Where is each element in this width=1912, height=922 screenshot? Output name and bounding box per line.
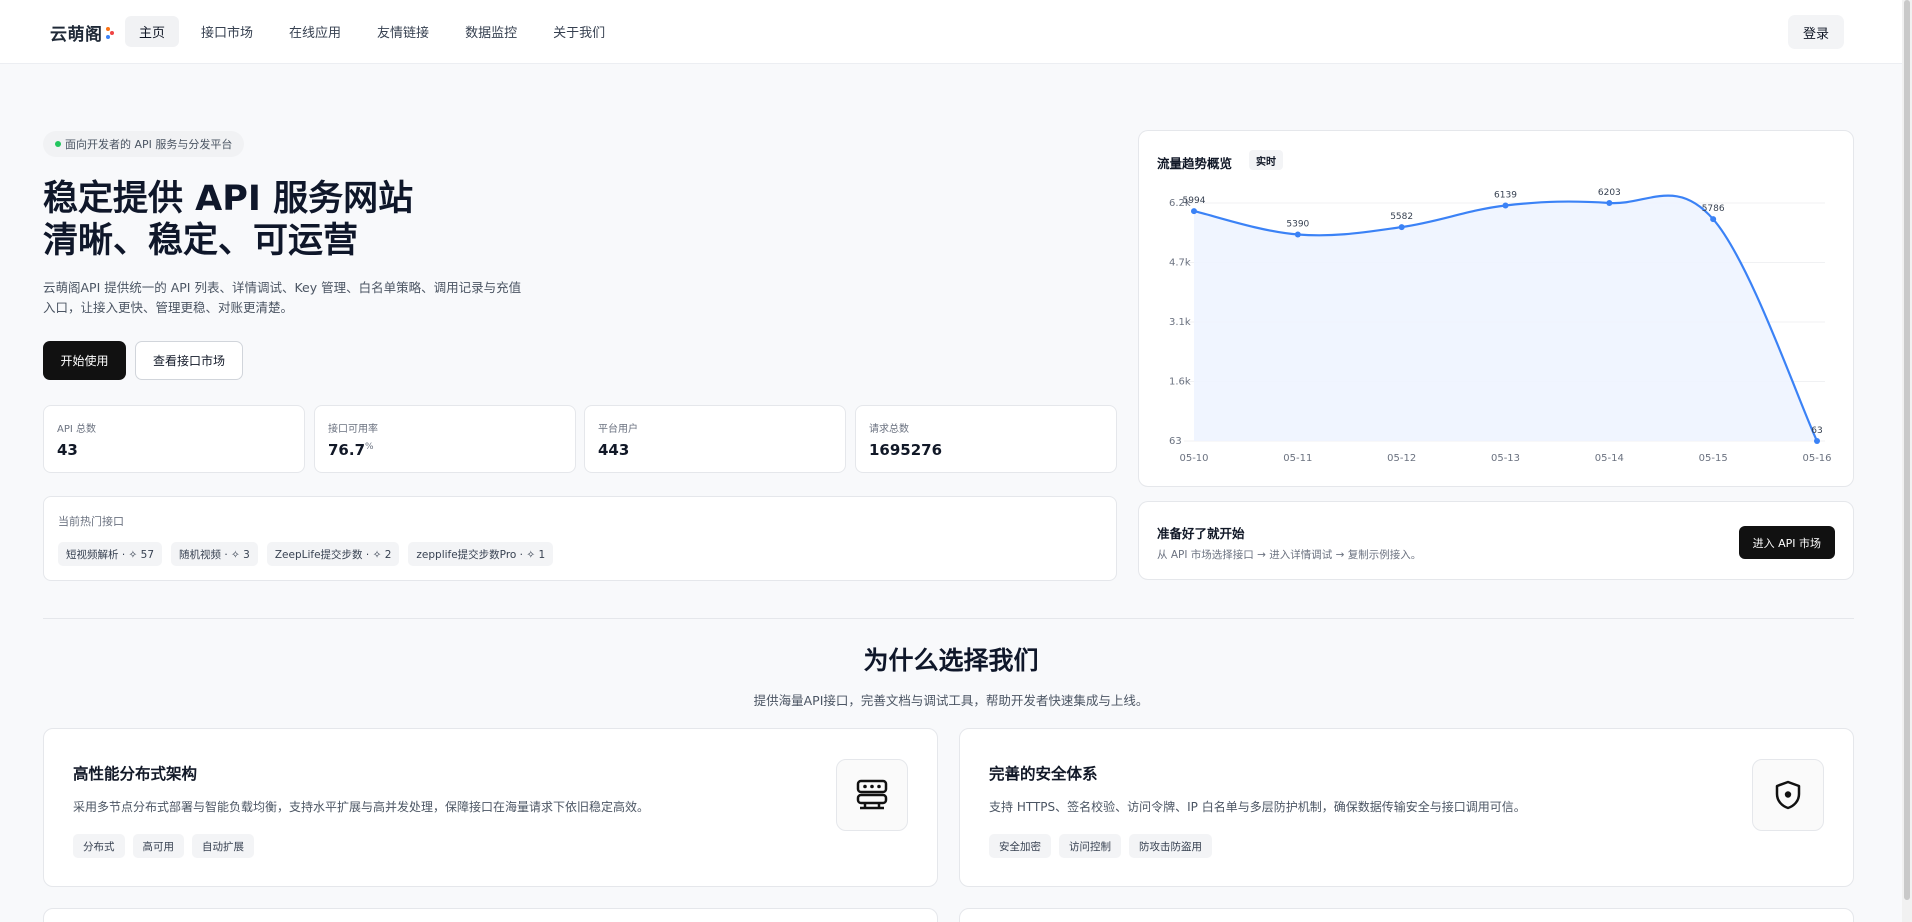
- chart-data-point: [1191, 208, 1197, 215]
- x-tick-label: 05-13: [1491, 453, 1520, 464]
- stat-users: 平台用户 443: [584, 405, 846, 473]
- chart-data-point: [1710, 216, 1717, 223]
- platform-badge: 面向开发者的 API 服务与分发平台: [43, 131, 245, 157]
- feature-title: 高性能分布式架构: [73, 765, 198, 783]
- realtime-badge: 实时: [1249, 150, 1283, 170]
- chart-data-label: 5390: [1286, 220, 1309, 230]
- stat-value: 443: [598, 441, 630, 459]
- x-tick-label: 05-14: [1595, 453, 1624, 464]
- feature-tag: 防攻击防盗用: [1129, 834, 1212, 858]
- chart-data-point: [1502, 202, 1509, 209]
- chart-data-label: 63: [1811, 426, 1822, 436]
- feature-tag: 高可用: [132, 834, 184, 858]
- stat-label: API 总数: [57, 424, 96, 435]
- top-navigation-bar: 云萌阁 主页 接口市场 在线应用 友情链接 数据监控 关于我们 登录: [0, 0, 1902, 64]
- x-tick-label: 05-16: [1802, 453, 1831, 464]
- y-tick-label: 63: [1169, 436, 1182, 447]
- feature-card-architecture: 高性能分布式架构 采用多节点分布式部署与智能负载均衡，支持水平扩展与高并发处理，…: [43, 728, 938, 887]
- stat-value: 1695276: [869, 441, 943, 459]
- feature-title: 完善的安全体系: [989, 765, 1098, 783]
- why-us-subtitle: 提供海量API接口，完善文档与调试工具，帮助开发者快速集成与上线。: [753, 693, 1149, 708]
- x-tick-label: 05-11: [1283, 453, 1312, 464]
- chart-title: 流量趋势概览: [1157, 156, 1233, 171]
- login-button[interactable]: 登录: [1787, 15, 1844, 49]
- hot-api-tag[interactable]: ZeepLife提交步数 · ✧ 2: [266, 542, 400, 566]
- hero-title-line1: 稳定提供 API 服务网站: [43, 179, 414, 219]
- feature-tag: 分布式: [73, 834, 125, 858]
- hot-api-tag[interactable]: zepplife提交步数Pro · ✧ 1: [408, 542, 554, 566]
- logo-mark-icon: [105, 21, 115, 43]
- feature-tag: 自动扩展: [192, 834, 254, 858]
- enter-market-button[interactable]: 进入 API 市场: [1738, 526, 1835, 559]
- feature-description: 采用多节点分布式部署与智能负载均衡，支持水平扩展与高并发处理，保障接口在海量请求…: [73, 800, 650, 814]
- nav-home[interactable]: 主页: [125, 16, 180, 47]
- stat-label: 平台用户: [598, 424, 638, 435]
- shield-icon: [1752, 759, 1824, 831]
- chart-data-label: 5786: [1702, 204, 1725, 214]
- y-tick-label: 1.6k: [1169, 377, 1191, 388]
- hot-apis-tags: 短视频解析 · ✧ 57 随机视频 · ✧ 3 ZeepLife提交步数 · ✧…: [58, 542, 554, 566]
- chart-data-point: [1294, 231, 1301, 238]
- hot-api-tag[interactable]: 随机视频 · ✧ 3: [171, 542, 258, 566]
- nav-about-us[interactable]: 关于我们: [539, 16, 619, 47]
- hot-apis-label: 当前热门接口: [58, 515, 124, 528]
- page-scrollbar[interactable]: [1902, 0, 1912, 922]
- start-button[interactable]: 开始使用: [43, 341, 126, 380]
- get-started-steps: 从 API 市场选择接口 → 进入详情调试 → 复制示例接入。: [1157, 549, 1422, 561]
- why-us-title: 为什么选择我们: [863, 646, 1039, 675]
- stat-requests: 请求总数 1695276: [855, 405, 1117, 473]
- stat-availability: 接口可用率 76.7%: [314, 405, 576, 473]
- feature-description: 支持 HTTPS、签名校验、访问令牌、IP 白名单与多层防护机制，确保数据传输安…: [989, 800, 1526, 814]
- x-tick-label: 05-12: [1387, 453, 1416, 464]
- server-icon: [836, 759, 908, 831]
- nav-online-apps[interactable]: 在线应用: [275, 16, 355, 47]
- feature-card-partial: [43, 908, 938, 922]
- feature-tags: 安全加密 访问控制 防攻击防盗用: [989, 834, 1212, 858]
- chart-data-point: [1606, 200, 1613, 206]
- chart-data-label: 5994: [1183, 196, 1206, 206]
- view-market-button[interactable]: 查看接口市场: [135, 341, 243, 380]
- y-tick-label: 3.1k: [1169, 317, 1191, 328]
- get-started-card: 准备好了就开始 从 API 市场选择接口 → 进入详情调试 → 复制示例接入。 …: [1138, 501, 1854, 580]
- nav-friend-links[interactable]: 友情链接: [363, 16, 443, 47]
- feature-tag: 安全加密: [989, 834, 1051, 858]
- hero-description: 云萌阁API 提供统一的 API 列表、详情调试、Key 管理、白名单策略、调用…: [43, 280, 522, 315]
- hero-title: 稳定提供 API 服务网站 清晰、稳定、可运营: [43, 178, 413, 262]
- feature-card-partial: [959, 908, 1854, 922]
- logo[interactable]: 云萌阁: [50, 18, 115, 46]
- get-started-title: 准备好了就开始: [1157, 526, 1245, 541]
- feature-tags: 分布式 高可用 自动扩展: [73, 834, 254, 858]
- stat-value: 43: [57, 441, 78, 459]
- traffic-chart: 631.6k3.1k4.7k6.2k599405-10539005-115582…: [1169, 188, 1832, 464]
- chart-data-point: [1398, 224, 1405, 231]
- stat-unit: %: [365, 442, 374, 452]
- logo-text: 云萌阁: [50, 24, 103, 45]
- section-divider: [43, 618, 1854, 619]
- feature-card-security: 完善的安全体系 支持 HTTPS、签名校验、访问令牌、IP 白名单与多层防护机制…: [959, 728, 1854, 887]
- chart-data-label: 5582: [1390, 212, 1413, 222]
- y-tick-label: 4.7k: [1169, 258, 1191, 269]
- stat-value: 76.7%: [328, 441, 374, 459]
- traffic-chart-card: 63 1.6k 3.1k 4.7k 6.2k 5994 05-10 5390 05-11 5582…: [1138, 130, 1854, 487]
- nav-api-market[interactable]: 接口市场: [187, 16, 267, 47]
- feature-tag: 访问控制: [1059, 834, 1121, 858]
- hero-title-line2: 清晰、稳定、可运营: [43, 221, 359, 261]
- stat-label: 接口可用率: [328, 424, 378, 435]
- stat-api-total: API 总数 43: [43, 405, 305, 473]
- hot-apis-card: 当前热门接口 短视频解析 · ✧ 57 随机视频 · ✧ 3 ZeepLife提…: [43, 496, 1117, 581]
- nav-data-monitor[interactable]: 数据监控: [451, 16, 531, 47]
- main-nav: 主页 接口市场 在线应用 友情链接 数据监控 关于我们: [125, 16, 619, 47]
- scrollbar-thumb[interactable]: [1904, 0, 1910, 900]
- x-tick-label: 05-10: [1179, 453, 1208, 464]
- chart-data-point: [1814, 438, 1820, 444]
- hot-api-tag[interactable]: 短视频解析 · ✧ 57: [58, 542, 163, 566]
- x-tick-label: 05-15: [1699, 453, 1728, 464]
- chart-data-label: 6139: [1494, 190, 1517, 200]
- stat-label: 请求总数: [869, 424, 909, 435]
- chart-data-label: 6203: [1598, 188, 1621, 198]
